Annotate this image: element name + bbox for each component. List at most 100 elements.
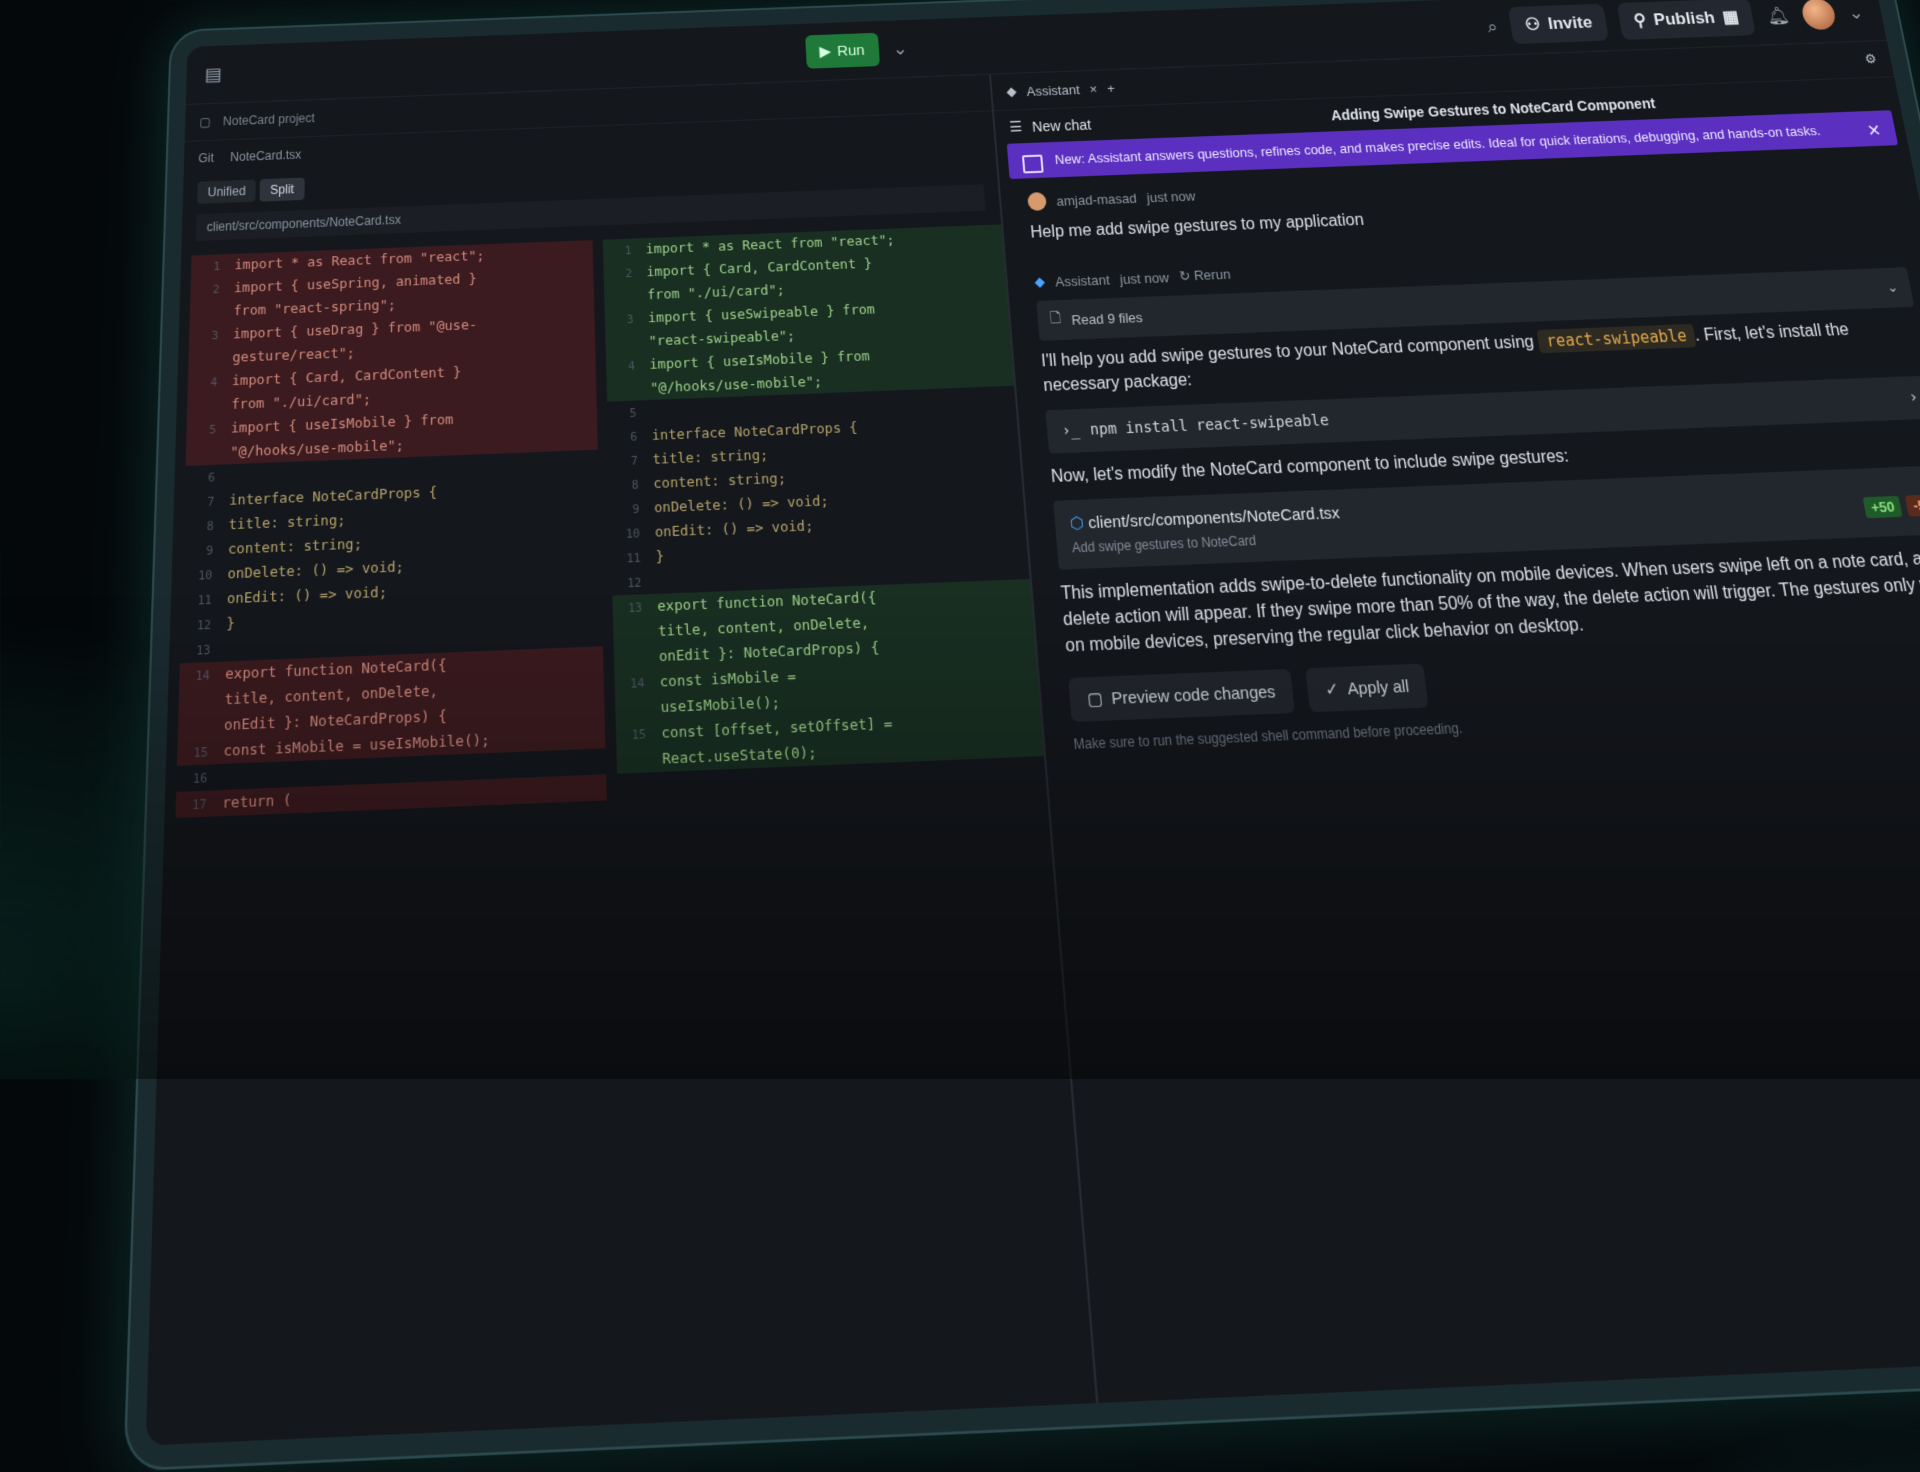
project-name[interactable]: NoteCard project: [223, 111, 315, 128]
line-number: 15: [193, 744, 209, 760]
tab-git[interactable]: Git: [198, 151, 214, 166]
close-icon[interactable]: ×: [1089, 81, 1098, 96]
line-number: 13: [627, 599, 643, 615]
line-number: 15: [631, 726, 647, 742]
file-icon: ⬡: [1069, 513, 1085, 534]
line-number: 1: [213, 259, 221, 273]
check-icon: ✓: [1324, 680, 1341, 701]
bell-icon[interactable]: 🔔︎: [1764, 5, 1790, 26]
code-text: }: [655, 548, 665, 566]
info-icon: [1021, 154, 1044, 174]
code-text: title: string;: [652, 446, 769, 468]
diff-view: 1 import * as React from "react"; 2 import …: [164, 214, 1047, 830]
code-text: const isMobile =: [659, 667, 797, 691]
line-number: 11: [197, 592, 213, 608]
code-text: from "./ui/card";: [646, 281, 786, 303]
line-number: 10: [625, 525, 641, 541]
workspace: ▢ NoteCard project Git NoteCard.tsx Unif…: [145, 40, 1920, 1446]
split-toggle[interactable]: Split: [259, 177, 305, 202]
assistant-message: ◆ Assistant just now ↻ Rerun 🗋 Read 9 fi…: [1006, 225, 1920, 771]
publish-button[interactable]: ⚲ Publish ▦: [1616, 0, 1756, 41]
line-number: 4: [210, 374, 218, 389]
line-number: [179, 700, 210, 701]
invite-button[interactable]: ⚇ Invite: [1508, 3, 1610, 45]
line-number: 7: [207, 493, 215, 509]
line-number: 4: [627, 358, 636, 373]
line-number: 3: [211, 327, 219, 342]
folder-icon: ▢: [199, 114, 212, 130]
line-number: [606, 389, 635, 390]
terminal-icon: ›_: [1061, 421, 1081, 440]
chevron-down-icon[interactable]: ⌄: [1846, 2, 1865, 23]
new-chat-button[interactable]: New chat: [1031, 116, 1091, 134]
run-button[interactable]: ▶ Run: [804, 32, 880, 69]
line-number: 16: [192, 769, 208, 786]
assistant-pane: ◆ Assistant × + ⚙ ☰ New chat Adding Swip…: [991, 40, 1920, 1405]
line-number: 5: [208, 421, 217, 437]
line-number: 6: [207, 469, 216, 485]
line-number: [613, 657, 643, 658]
line-number: [616, 760, 647, 761]
refresh-icon: ↻: [1178, 268, 1192, 285]
code-text: onEdit: () => void;: [226, 583, 388, 608]
line-number: [615, 708, 646, 709]
assistant-icon: ◆: [1005, 83, 1018, 99]
line-number: [187, 405, 216, 406]
preview-changes-button[interactable]: ▢ Preview code changes: [1068, 669, 1296, 723]
grid-icon: ▦: [1720, 7, 1741, 27]
sidebar-toggle-icon[interactable]: ▤: [204, 64, 222, 85]
tab-notecard[interactable]: NoteCard.tsx: [230, 147, 301, 164]
pin-icon: ⚲: [1632, 10, 1648, 30]
chevron-down-icon: ⌄: [1885, 279, 1900, 296]
file-icon: 🗋: [1049, 309, 1062, 326]
line-number: 3: [626, 311, 634, 326]
line-number: 17: [191, 796, 208, 813]
line-number: 14: [195, 667, 211, 683]
line-number: 12: [196, 616, 212, 633]
laptop-frame: ▤ ▶ Run ⌄ ⌕ ⚇ Invite ⚲ Publish ▦ 🔔︎ ⌄ ▢ …: [123, 0, 1920, 1472]
unified-toggle[interactable]: Unified: [197, 179, 257, 205]
code-text: }: [226, 614, 236, 633]
line-number: 14: [629, 675, 645, 691]
line-number: [186, 453, 216, 454]
diff-left-column: 1 import * as React from "react"; 2 import …: [164, 240, 607, 819]
history-icon[interactable]: ☰: [1009, 118, 1023, 135]
code-text: "@/hooks/use-mobile";: [230, 437, 404, 461]
apply-all-button[interactable]: ✓ Apply all: [1305, 663, 1430, 713]
avatar: [1027, 191, 1047, 212]
line-number: 2: [625, 265, 633, 280]
chat-title[interactable]: Adding Swipe Gestures to NoteCard Compon…: [1330, 95, 1656, 123]
code-text: "react-swipeable";: [648, 327, 796, 350]
code-text: title: string;: [228, 511, 346, 534]
code-text: useIsMobile();: [660, 693, 781, 717]
line-number: [190, 312, 219, 313]
settings-icon[interactable]: ⚙: [1863, 51, 1878, 67]
tab-assistant[interactable]: Assistant: [1026, 82, 1080, 99]
diff-right-column: 1 import * as React from "react"; 2 import …: [592, 224, 1046, 800]
line-number: [605, 342, 634, 343]
chevron-right-icon[interactable]: ›: [1908, 388, 1920, 406]
plus-icon[interactable]: +: [1106, 80, 1115, 95]
rerun-button[interactable]: ↻ Rerun: [1178, 266, 1231, 285]
line-number: [604, 296, 633, 297]
code-text: React.useState(0);: [662, 743, 818, 768]
line-number: 8: [631, 477, 639, 492]
deletions-badge: -53: [1904, 494, 1920, 517]
search-icon[interactable]: ⌕: [1486, 16, 1499, 37]
line-number: [178, 726, 209, 727]
line-number: 5: [629, 405, 637, 420]
line-number: 13: [196, 642, 211, 658]
line-number: 6: [629, 429, 638, 444]
line-number: 1: [624, 243, 632, 257]
chevron-down-icon[interactable]: ⌄: [892, 38, 908, 59]
close-icon[interactable]: ✕: [1866, 121, 1883, 142]
play-icon: ▶: [819, 43, 832, 61]
line-number: [189, 358, 218, 359]
user-plus-icon: ⚇: [1523, 14, 1542, 34]
line-number: 8: [206, 518, 214, 533]
line-number: [613, 632, 643, 633]
code-text: from "./ui/card";: [231, 391, 372, 413]
code-text: onEdit: () => void;: [654, 517, 814, 541]
line-number: 10: [198, 567, 213, 583]
avatar[interactable]: [1799, 0, 1838, 31]
